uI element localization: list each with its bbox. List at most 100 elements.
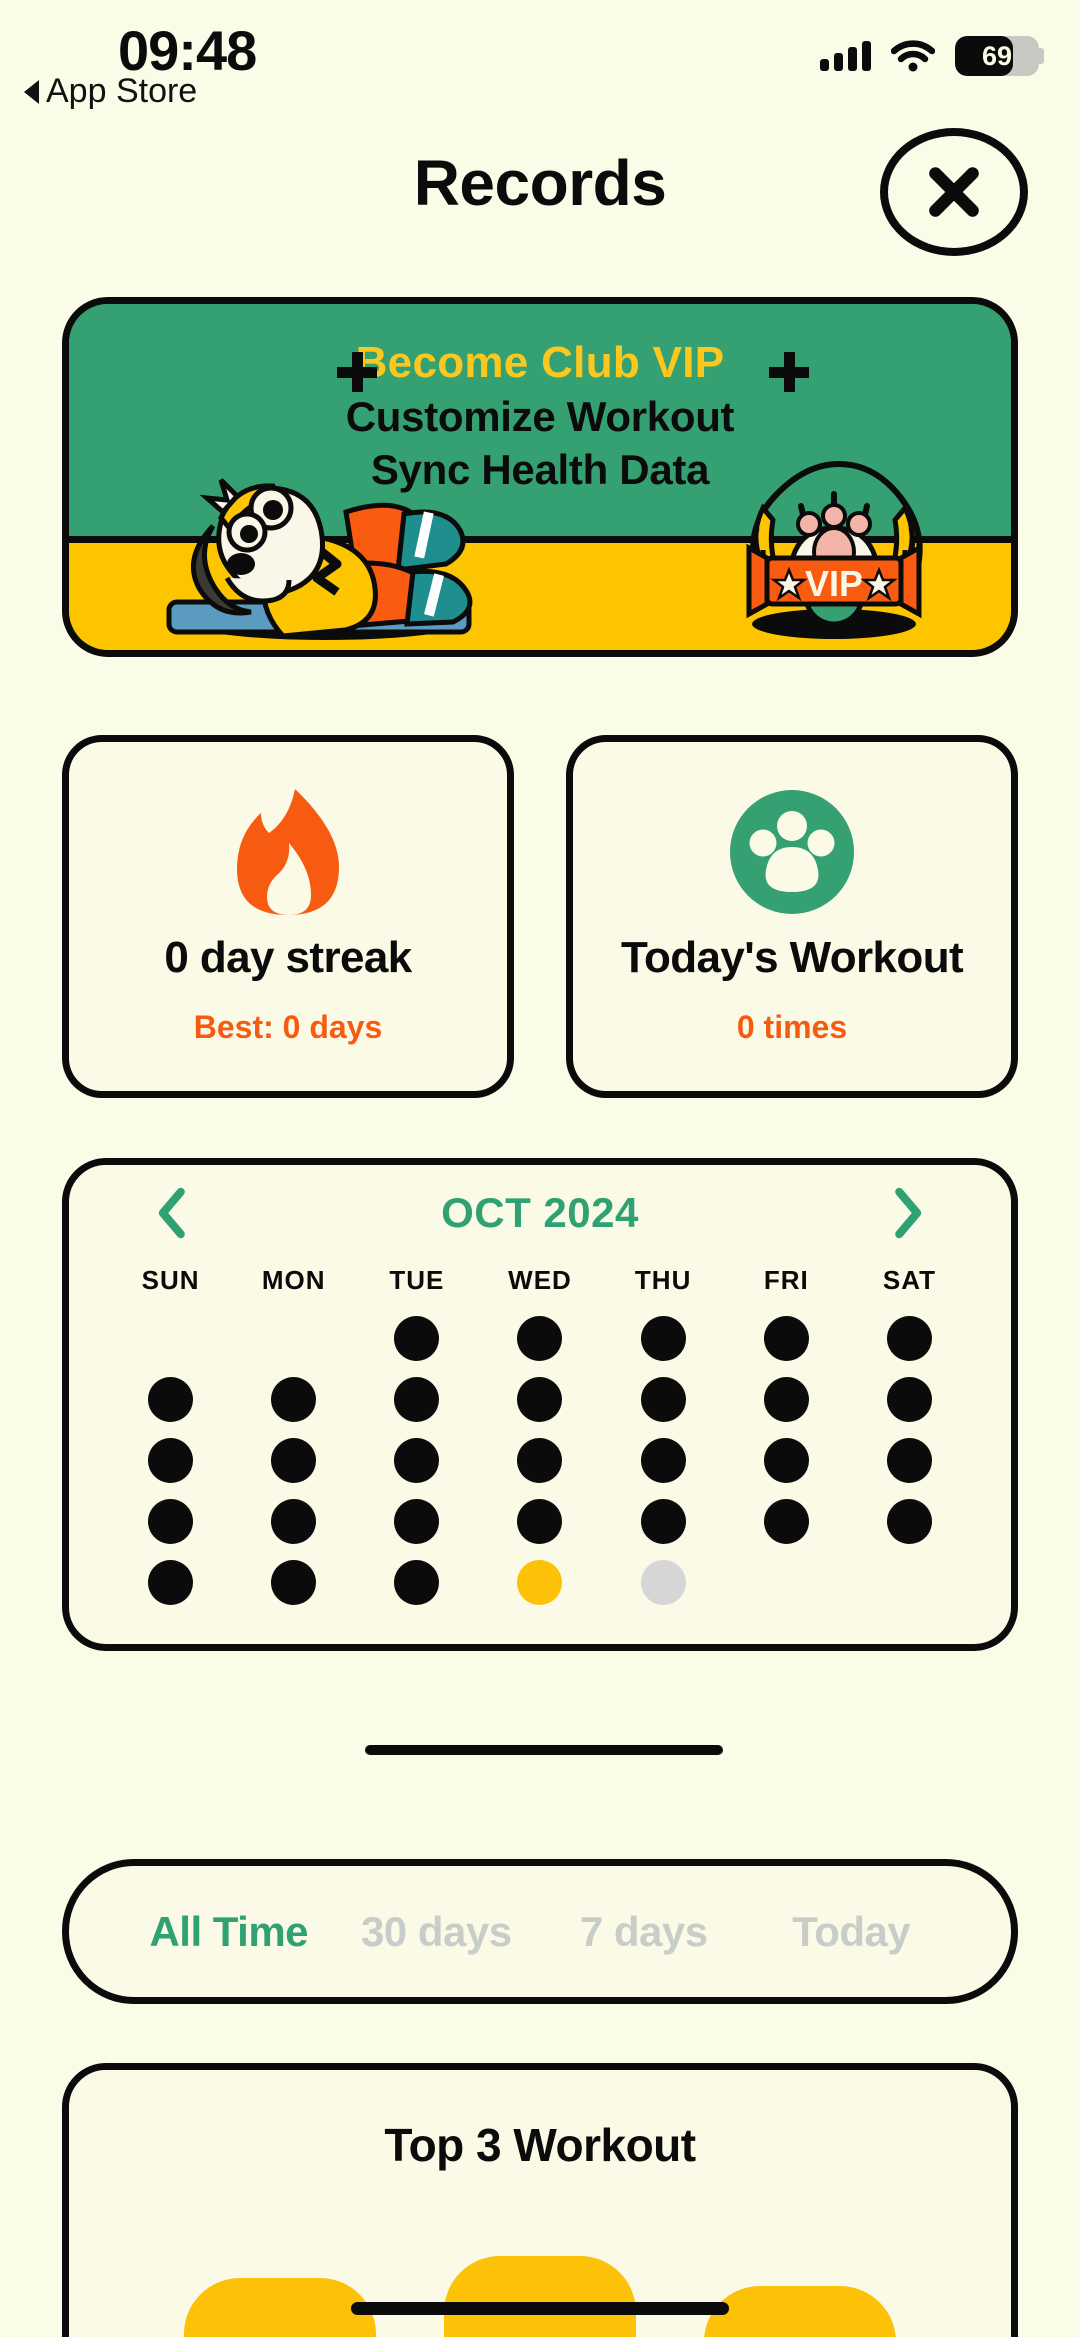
day-header: SAT [882,1265,936,1295]
vip-promo-banner[interactable]: Become Club VIP Customize Workout Sync H… [62,297,1018,657]
calendar-day-dot-done [763,1376,809,1422]
calendar-day-cell[interactable] [602,1436,725,1484]
vip-headline: Become Club VIP [355,338,725,387]
calendar-day-cell[interactable] [848,1314,971,1362]
home-indicator [351,2302,729,2315]
today-workout-count: 0 times [736,1009,848,1045]
top-3-workout-card: Top 3 Workout [62,2063,1018,2337]
calendar-day-dot-empty [148,1316,193,1361]
day-header: MON [261,1265,326,1295]
chevron-right-icon [895,1187,922,1239]
calendar-day-cell[interactable] [602,1558,725,1606]
status-bar-indicators: 69 [820,36,1044,76]
calendar-day-cell[interactable] [232,1375,355,1423]
signal-bars-icon [820,41,871,71]
calendar-week-row [109,1375,971,1423]
calendar-day-cell[interactable] [478,1436,601,1484]
calendar-day-cell[interactable] [602,1314,725,1362]
calendar-day-dot-done [763,1315,809,1361]
calendar-day-dot-done [763,1498,809,1544]
podium-bar [184,2278,376,2337]
calendar-week-row [109,1436,971,1484]
calendar-day-dot-done [640,1498,686,1544]
calendar-day-cell[interactable] [355,1497,478,1545]
section-divider [365,1745,723,1755]
filter-tab-today[interactable]: Today [748,1908,956,1956]
calendar-day-dot-done [148,1376,194,1422]
calendar-day-cell[interactable] [478,1314,601,1362]
calendar-day-dot-done [148,1437,194,1483]
calendar-day-cell[interactable] [355,1558,478,1606]
filter-tab-all-time[interactable]: All Time [125,1908,333,1956]
calendar-day-dot-done [763,1437,809,1483]
calendar-week-row [109,1497,971,1545]
calendar-month-label: OCT 2024 [441,1189,639,1236]
calendar-day-cell[interactable] [478,1497,601,1545]
calendar-day-dot-done [394,1498,440,1544]
podium-bar [444,2256,636,2337]
calendar-header: OCT 2024 [69,1165,1011,1261]
today-workout-card[interactable]: Today's Workout 0 times [566,735,1018,1098]
calendar-day-dot-done [394,1559,440,1605]
paw-circle-icon [730,787,854,917]
day-header: SUN [141,1265,200,1295]
day-header: WED [508,1265,572,1295]
streak-label: 0 day streak [164,933,412,982]
calendar-day-cell[interactable] [848,1497,971,1545]
calendar-day-cell[interactable] [725,1375,848,1423]
calendar-day-cell[interactable] [355,1375,478,1423]
page-header: Records [0,128,1080,256]
calendar-day-cell[interactable] [478,1375,601,1423]
calendar-prev-button[interactable] [123,1165,219,1261]
filter-tab-30-days[interactable]: 30 days [333,1908,541,1956]
calendar-day-cell[interactable] [232,1497,355,1545]
calendar-day-cell[interactable] [725,1314,848,1362]
calendar-day-dot-done [517,1437,563,1483]
calendar-day-cell [848,1558,971,1606]
calendar-day-cell[interactable] [848,1375,971,1423]
calendar-day-dot-done [271,1559,317,1605]
calendar-day-dot-done [886,1437,932,1483]
calendar-day-cell[interactable] [602,1375,725,1423]
records-screen: 09:48 App Store 69 Records Become Club V… [0,0,1080,2337]
close-x-icon [929,167,979,217]
vip-banner-text: Become Club VIP Customize Workout Sync H… [69,338,1011,494]
top-3-podium [69,2236,1011,2337]
back-to-app-store-link[interactable]: App Store [24,72,197,111]
calendar-day-cell[interactable] [109,1375,232,1423]
sparkle-icon [769,352,811,394]
calendar-day-cell[interactable] [725,1497,848,1545]
calendar-day-cell[interactable] [109,1497,232,1545]
flame-icon [227,787,349,917]
status-bar: 09:48 App Store 69 [0,0,1080,110]
calendar-day-cell[interactable] [725,1436,848,1484]
stats-row: 0 day streak Best: 0 days Today's Workou… [62,735,1018,1098]
calendar-day-cell[interactable] [478,1558,601,1606]
calendar-day-headers: SUN MON TUE WED THU FRI SAT [69,1265,1011,1296]
calendar-day-cell[interactable] [232,1436,355,1484]
calendar-day-cell[interactable] [355,1314,478,1362]
calendar-day-cell[interactable] [109,1436,232,1484]
calendar-day-cell [109,1314,232,1362]
streak-card[interactable]: 0 day streak Best: 0 days [62,735,514,1098]
svg-text:VIP: VIP [805,563,863,604]
calendar-day-dot-empty [271,1316,316,1361]
battery-icon: 69 [955,36,1044,76]
close-button[interactable] [880,128,1028,256]
calendar-day-cell[interactable] [602,1497,725,1545]
calendar-day-cell[interactable] [355,1436,478,1484]
calendar-day-dot-done [394,1315,440,1361]
calendar-day-dot-done [271,1376,317,1422]
day-header: TUE [389,1265,445,1295]
filter-tab-7-days[interactable]: 7 days [540,1908,748,1956]
day-header: FRI [763,1265,809,1295]
calendar-next-button[interactable] [861,1165,957,1261]
calendar-day-cell[interactable] [109,1558,232,1606]
calendar-day-cell[interactable] [848,1436,971,1484]
chevron-left-icon [158,1187,185,1239]
streak-best: Best: 0 days [193,1009,383,1045]
calendar-day-cell [232,1314,355,1362]
calendar-day-cell[interactable] [232,1558,355,1606]
top-3-workout-title: Top 3 Workout [384,2119,696,2171]
calendar-day-dot-done [148,1559,194,1605]
